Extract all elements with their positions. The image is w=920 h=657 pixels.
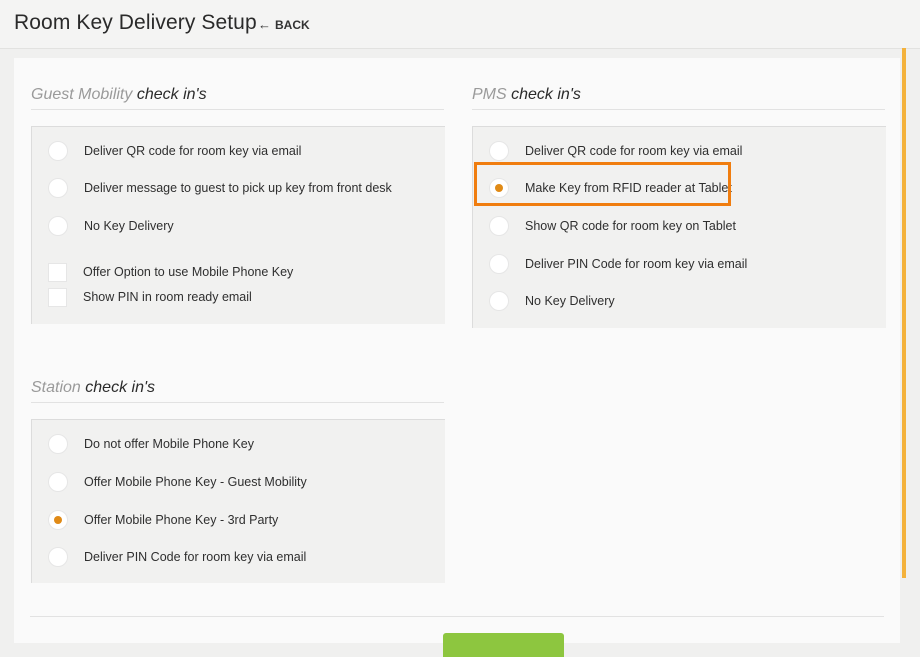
station-option-phone-key-3rd-party[interactable]: Offer Mobile Phone Key - 3rd Party xyxy=(48,509,278,531)
radio-button[interactable] xyxy=(48,434,68,454)
radio-button[interactable] xyxy=(489,254,509,274)
guest-mobility-option-qr-email[interactable]: Deliver QR code for room key via email xyxy=(48,140,301,162)
option-label: Deliver QR code for room key via email xyxy=(84,144,302,158)
option-label: No Key Delivery xyxy=(525,294,615,308)
guest-mobility-option-no-key[interactable]: No Key Delivery xyxy=(48,215,174,237)
station-title-light: Station xyxy=(31,379,81,396)
station-option-phone-key-guest-mobility[interactable]: Offer Mobile Phone Key - Guest Mobility xyxy=(48,471,307,493)
station-title-dark: check in's xyxy=(85,379,156,396)
station-option-no-phone-key[interactable]: Do not offer Mobile Phone Key xyxy=(48,433,254,455)
pms-section-title: PMS check in's xyxy=(472,86,885,110)
radio-button[interactable] xyxy=(48,547,68,567)
checkbox-mobile-phone-key[interactable]: Offer Option to use Mobile Phone Key xyxy=(48,261,293,283)
option-label: Show QR code for room key on Tablet xyxy=(525,219,736,233)
option-label: Deliver QR code for room key via email xyxy=(525,144,743,158)
selection-highlight-box xyxy=(474,162,731,206)
scrollbar[interactable] xyxy=(902,48,906,578)
pms-options: Deliver QR code for room key via email M… xyxy=(472,126,886,328)
page-title: Room Key Delivery Setup xyxy=(14,11,257,34)
pms-title-dark: check in's xyxy=(511,86,581,103)
pms-option-qr-tablet[interactable]: Show QR code for room key on Tablet xyxy=(489,215,736,237)
station-option-pin-email[interactable]: Deliver PIN Code for room key via email xyxy=(48,546,306,568)
radio-button-selected[interactable] xyxy=(48,510,68,530)
option-label: Offer Mobile Phone Key - Guest Mobility xyxy=(84,475,307,489)
guest-mobility-section-title: Guest Mobility check in's xyxy=(31,86,444,110)
checkbox-show-pin[interactable]: Show PIN in room ready email xyxy=(48,286,252,308)
footer-divider xyxy=(30,616,884,617)
option-label: Do not offer Mobile Phone Key xyxy=(84,437,255,451)
pms-option-pin-email[interactable]: Deliver PIN Code for room key via email xyxy=(489,253,747,275)
checkbox[interactable] xyxy=(48,287,67,307)
radio-button[interactable] xyxy=(489,216,509,236)
checkbox[interactable] xyxy=(48,262,67,282)
guest-mobility-options: Deliver QR code for room key via email D… xyxy=(31,126,445,324)
guest-mobility-option-front-desk[interactable]: Deliver message to guest to pick up key … xyxy=(48,177,392,199)
save-button[interactable] xyxy=(443,633,564,657)
option-label: Deliver PIN Code for room key via email xyxy=(84,550,307,564)
radio-button[interactable] xyxy=(48,216,68,236)
back-label: BACK xyxy=(275,18,310,32)
guest-mobility-title-light: Guest Mobility xyxy=(31,86,133,103)
option-label: Deliver message to guest to pick up key … xyxy=(84,181,392,195)
radio-button[interactable] xyxy=(48,141,68,161)
pms-option-qr-email[interactable]: Deliver QR code for room key via email xyxy=(489,140,742,162)
option-label: Deliver PIN Code for room key via email xyxy=(525,257,748,271)
option-label: No Key Delivery xyxy=(84,219,174,233)
radio-button[interactable] xyxy=(48,472,68,492)
checkbox-label: Show PIN in room ready email xyxy=(83,290,252,304)
radio-button[interactable] xyxy=(489,291,509,311)
option-label: Offer Mobile Phone Key - 3rd Party xyxy=(84,513,279,527)
back-arrow-icon: ← xyxy=(258,17,271,32)
pms-title-light: PMS xyxy=(472,86,507,103)
guest-mobility-title-dark: check in's xyxy=(136,86,207,103)
pms-option-no-key[interactable]: No Key Delivery xyxy=(489,290,615,312)
station-section-title: Station check in's xyxy=(31,379,444,403)
radio-button[interactable] xyxy=(489,141,509,161)
station-options: Do not offer Mobile Phone Key Offer Mobi… xyxy=(31,419,445,583)
back-button[interactable]: ← BACK xyxy=(258,17,310,32)
page-header: Room Key Delivery Setup ← BACK xyxy=(0,0,920,49)
radio-button[interactable] xyxy=(48,178,68,198)
checkbox-label: Offer Option to use Mobile Phone Key xyxy=(83,265,294,279)
